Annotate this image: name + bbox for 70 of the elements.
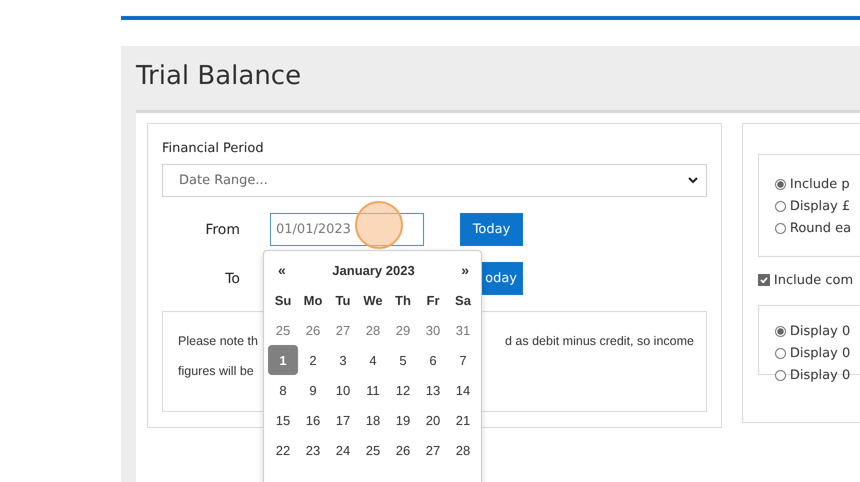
- today-button[interactable]: Today: [460, 213, 523, 246]
- calendar-day[interactable]: 27: [418, 435, 448, 465]
- calendar-day[interactable]: 3: [328, 345, 358, 375]
- period-dropdown[interactable]: Date Range...: [162, 164, 707, 197]
- calendar-day[interactable]: 1: [268, 345, 298, 375]
- calendar-day[interactable]: 4: [358, 345, 388, 375]
- calendar-day[interactable]: 17: [328, 405, 358, 435]
- weekday-label: We: [362, 292, 384, 310]
- calendar-day[interactable]: 29: [388, 315, 418, 345]
- option-label: Display 0: [790, 346, 850, 360]
- checkbox[interactable]: [758, 274, 770, 286]
- radio-button[interactable]: [774, 222, 786, 234]
- calendar-day[interactable]: 20: [418, 405, 448, 435]
- next-month-button[interactable]: »: [461, 262, 469, 278]
- calendar-day[interactable]: 19: [388, 405, 418, 435]
- calendar-day[interactable]: 16: [298, 405, 328, 435]
- calendar-day[interactable]: 26: [388, 435, 418, 465]
- weekday-label: Su: [274, 292, 292, 310]
- option-label: Display £: [790, 198, 850, 214]
- date-label: To: [224, 270, 240, 286]
- weekday-label: Th: [394, 292, 412, 310]
- page-title: Trial Balance: [134, 60, 302, 93]
- calendar-day[interactable]: 25: [358, 435, 388, 465]
- option-label: Display 0: [790, 324, 850, 338]
- checkbox-label: Include com: [774, 272, 854, 288]
- calendar-day[interactable]: 31: [448, 315, 478, 345]
- radio-button[interactable]: [774, 370, 786, 380]
- note-text: Please note th: [178, 333, 258, 350]
- chevron-down-icon: [688, 177, 698, 184]
- calendar-day[interactable]: 30: [418, 315, 448, 345]
- calendar-day[interactable]: 7: [448, 345, 478, 375]
- calendar-day[interactable]: 28: [358, 315, 388, 345]
- calendar-day[interactable]: 5: [388, 345, 418, 375]
- option-label: Display 0: [790, 368, 850, 382]
- click-marker: [355, 201, 403, 249]
- note-text: d as debit minus credit, so income: [505, 333, 694, 350]
- calendar-day[interactable]: 22: [268, 435, 298, 465]
- calendar-day[interactable]: 12: [388, 375, 418, 405]
- month-title: January 2023: [332, 262, 415, 278]
- date-field[interactable]: 01/01/2023: [270, 213, 424, 246]
- previous-month-button[interactable]: «: [278, 262, 286, 278]
- weekday-label: Tu: [334, 292, 352, 310]
- note-text: figures will be: [178, 363, 254, 380]
- calendar-day[interactable]: 9: [298, 375, 328, 405]
- calendar-day[interactable]: 8: [268, 375, 298, 405]
- calendar-day[interactable]: 14: [448, 375, 478, 405]
- calendar-day[interactable]: 27: [328, 315, 358, 345]
- calendar-day[interactable]: 18: [358, 405, 388, 435]
- calendar-day[interactable]: 13: [418, 375, 448, 405]
- radio-button[interactable]: [774, 200, 786, 212]
- calendar-day[interactable]: 2: [298, 345, 328, 375]
- calendar-day[interactable]: 26: [298, 315, 328, 345]
- field-label: Financial Period: [162, 140, 265, 158]
- radio-button[interactable]: [774, 348, 786, 358]
- weekday-label: Mo: [302, 292, 324, 310]
- calendar-day[interactable]: 28: [448, 435, 478, 465]
- option-label: Include p: [790, 176, 850, 192]
- option-label: Round ea: [790, 220, 852, 236]
- calendar-day[interactable]: 11: [358, 375, 388, 405]
- calendar-day[interactable]: 15: [268, 405, 298, 435]
- radio-button[interactable]: [774, 326, 786, 336]
- date-label: From: [204, 222, 240, 238]
- calendar-day[interactable]: 23: [298, 435, 328, 465]
- calendar-day[interactable]: 25: [268, 315, 298, 345]
- weekday-label: Fr: [426, 292, 440, 310]
- calendar-day[interactable]: 21: [448, 405, 478, 435]
- radio-button[interactable]: [774, 178, 786, 190]
- calendar-day[interactable]: 24: [328, 435, 358, 465]
- calendar-day[interactable]: 6: [418, 345, 448, 375]
- calendar-day[interactable]: 10: [328, 375, 358, 405]
